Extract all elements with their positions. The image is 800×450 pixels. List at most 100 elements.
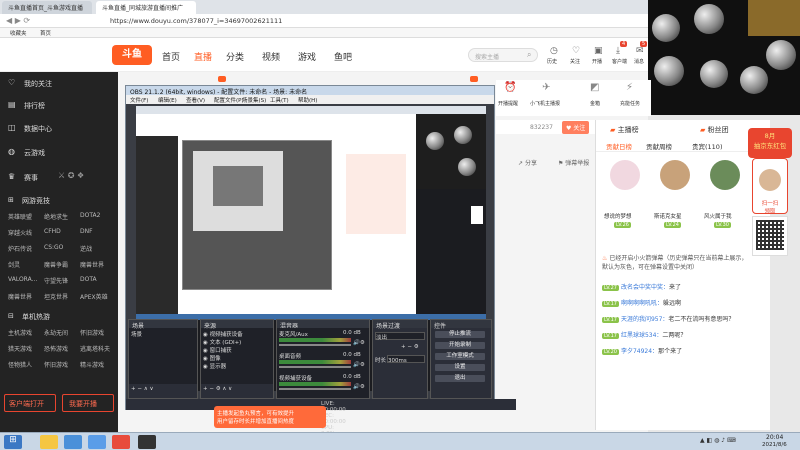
game-link[interactable]: APEX英雄 (80, 292, 108, 301)
back-icon[interactable]: ◀ ▶ ⟳ (6, 16, 30, 25)
transition-controls-icon[interactable]: + − ⚙ (401, 344, 419, 350)
tab-fans[interactable]: ▰ 粉丝团 (700, 125, 729, 135)
follow-button[interactable]: ♥ 关注 (562, 121, 590, 134)
tab-anchor-rank[interactable]: ▰ 主播榜 (610, 125, 639, 135)
energy-icon[interactable]: ⚡ (626, 82, 633, 93)
game-link[interactable]: 剑灵 (8, 260, 20, 269)
game-link[interactable]: CFHD (44, 228, 61, 235)
box-icon[interactable]: ◩ (590, 82, 599, 93)
game-link[interactable]: 怀旧游戏 (80, 328, 104, 337)
avatar[interactable] (710, 160, 740, 190)
share-link[interactable]: ↗ 分享 (518, 158, 537, 167)
obs-control-button[interactable]: 停止推流 (435, 331, 485, 338)
bookmark-item[interactable]: 收藏夹 (10, 29, 27, 37)
history-icon[interactable]: ◷ (550, 46, 558, 56)
game-link[interactable]: 逃离塔科夫 (80, 344, 110, 353)
avatar[interactable] (610, 160, 640, 190)
game-link[interactable]: 怪物猎人 (8, 360, 32, 369)
game-link[interactable]: 魔兽世界 (80, 260, 104, 269)
search-icon[interactable]: ⌕ (527, 50, 531, 60)
speaker-icon[interactable]: 🔊⚙ (353, 384, 365, 390)
search-input[interactable]: 搜索主播 ⌕ (468, 48, 538, 62)
game-link[interactable]: DNF (80, 228, 93, 235)
chat-username[interactable]: 啊啊啊啊吼吼： (621, 300, 663, 307)
obs-menu-item[interactable]: 配置文件(P) (214, 96, 244, 104)
game-link[interactable]: 逆战 (80, 244, 92, 253)
obs-menu-item[interactable]: 帮助(H) (298, 96, 317, 104)
game-link[interactable]: 怀旧游戏 (44, 360, 68, 369)
game-link[interactable]: 魔兽世界 (8, 292, 32, 301)
sidebar-item-follow[interactable]: 我的关注 (24, 79, 52, 89)
browser-tab-2[interactable]: 斗鱼直播_同城旅游直播间推广 (96, 1, 196, 14)
chat-username[interactable]: 李夕74924： (621, 348, 658, 355)
site-logo[interactable]: 斗鱼 (112, 45, 152, 65)
open-client-button[interactable]: 客户端打开 (4, 394, 56, 412)
game-link[interactable]: 主机游戏 (8, 328, 32, 337)
speaker-icon[interactable]: 🔊⚙ (353, 362, 365, 368)
nav-game[interactable]: 游戏 (298, 50, 316, 63)
game-link[interactable]: 永劫无间 (44, 328, 68, 337)
obs-control-button[interactable]: 退出 (435, 375, 485, 382)
transition-select[interactable]: 淡出 (375, 332, 425, 341)
address-bar[interactable]: ◀ ▶ ⟳ https://www.douyu.com/378077_i=346… (0, 14, 648, 28)
alarm-icon[interactable]: ⏰ (504, 82, 516, 93)
obs-control-button[interactable]: 开始录制 (435, 342, 485, 349)
game-link[interactable]: 恐怖游戏 (44, 344, 68, 353)
game-link[interactable]: 穿越火线 (8, 228, 32, 237)
nav-video[interactable]: 视频 (262, 50, 280, 63)
subtab-vip[interactable]: 贵宾(110) (692, 141, 722, 151)
game-link[interactable]: 魔兽争霸 (44, 260, 68, 269)
start-button-icon[interactable]: ⊞ (4, 435, 22, 449)
game-link[interactable]: VALORA... (8, 276, 37, 283)
download-icon[interactable]: ⤓ (616, 46, 620, 56)
source-item[interactable]: ◉ 窗口捕获 (203, 346, 271, 354)
game-link[interactable]: 精斗游戏 (80, 360, 104, 369)
subtab-weekly[interactable]: 贡献周榜 (646, 141, 672, 151)
speaker-icon[interactable]: 🔊⚙ (353, 340, 365, 346)
plane-icon[interactable]: ✈ (542, 82, 550, 93)
game-link[interactable]: 英雄联盟 (8, 212, 32, 221)
volume-slider[interactable] (279, 366, 351, 368)
source-item[interactable]: ◉ 文本 (GDI+) (203, 338, 271, 346)
game-link[interactable]: 坦克世界 (44, 292, 68, 301)
obs-control-button[interactable]: 工作室模式 (435, 353, 485, 360)
scene-controls-icon[interactable]: + − ∧ ∨ (129, 386, 154, 392)
game-link[interactable]: 守望先锋 (44, 276, 68, 285)
heart-icon[interactable]: ♡ (572, 46, 580, 56)
browser-tab-1[interactable]: 斗鱼直播首页_斗鱼游戏直播 (2, 1, 92, 14)
obs-icon[interactable] (138, 435, 156, 449)
obs-menu-item[interactable]: 场景集(S) (242, 96, 266, 104)
camera-icon[interactable]: ▣ (594, 46, 603, 56)
source-controls-icon[interactable]: + − ⚙ ∧ ∨ (201, 386, 232, 392)
bookmark-item[interactable]: 首页 (40, 29, 51, 37)
source-item[interactable]: ◉ 图像 (203, 354, 271, 362)
chat-username[interactable]: 改名会中奖中奖： (621, 284, 669, 291)
game-link[interactable]: 猎天游戏 (8, 344, 32, 353)
game-link[interactable]: DOTA2 (80, 212, 100, 219)
chat-username[interactable]: 红黑球球534： (621, 332, 662, 339)
report-link[interactable]: ⚑ 弹幕举报 (558, 158, 589, 167)
app-icon[interactable] (112, 435, 130, 449)
tray-icons[interactable]: ▲ ◧ ◍ ♪ ⌨ (700, 437, 736, 444)
sidebar-item-rank[interactable]: 排行榜 (24, 101, 45, 111)
duration-input[interactable]: 300ms (387, 355, 425, 364)
nav-category[interactable]: 分类 (226, 50, 244, 63)
avatar[interactable] (660, 160, 690, 190)
subtab-daily[interactable]: 贡献日榜 (606, 141, 632, 151)
game-link[interactable]: CS:GO (44, 244, 63, 251)
obs-menu-item[interactable]: 工具(T) (270, 96, 289, 104)
nav-live[interactable]: 直播 (194, 50, 212, 63)
promo-banner[interactable]: 8月 抽京东红包 (748, 128, 792, 158)
volume-slider[interactable] (279, 344, 351, 346)
source-item[interactable]: ◉ 显示器 (203, 362, 271, 370)
promo-card[interactable]: 扫一扫 领取 (752, 158, 788, 215)
sidebar-item-data[interactable]: 数据中心 (24, 124, 52, 134)
qr-code-icon[interactable] (752, 216, 788, 256)
nav-fishbar[interactable]: 鱼吧 (334, 50, 352, 63)
volume-slider[interactable] (279, 388, 351, 390)
game-link[interactable]: 炉石传说 (8, 244, 32, 253)
game-link[interactable]: DOTA (80, 276, 97, 283)
app-icon[interactable] (88, 435, 106, 449)
nav-home[interactable]: 首页 (162, 50, 180, 63)
browser-icon[interactable] (64, 435, 82, 449)
